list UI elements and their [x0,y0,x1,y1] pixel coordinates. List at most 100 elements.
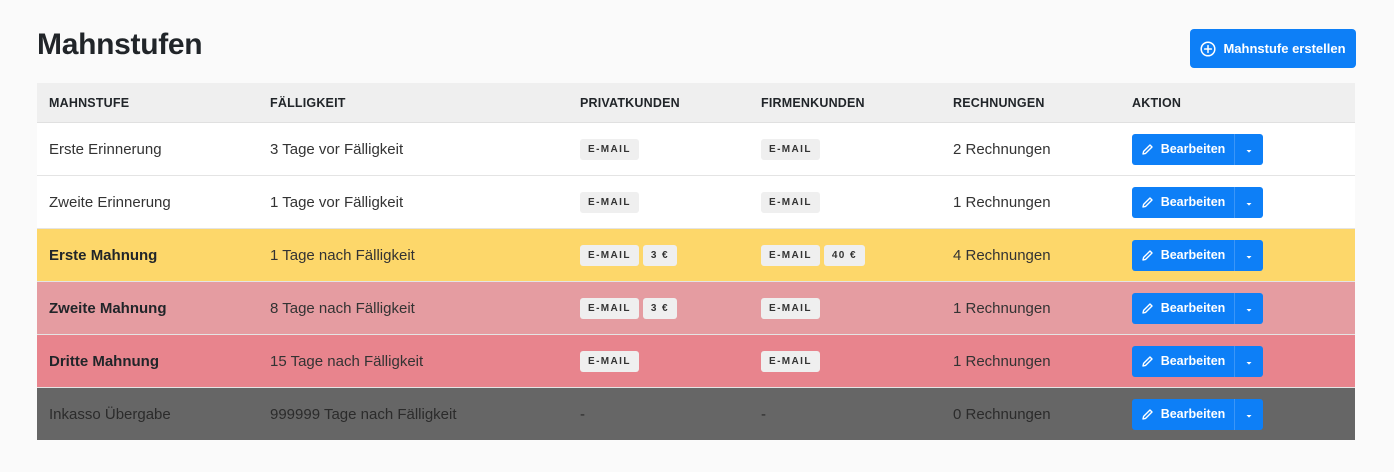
page-title: Mahnstufen [37,28,203,61]
edit-button-label: Bearbeiten [1160,195,1226,209]
mahnstufe-name: Erste Mahnung [37,228,258,282]
edit-button-label: Bearbeiten [1160,407,1226,421]
invoice-count: 1 Rechnungen [941,281,1120,335]
edit-dropdown-toggle[interactable] [1234,345,1263,377]
private-channels: E-MAIL 3 € [568,228,749,282]
header-aktion: AKTION [1120,83,1355,123]
edit-button[interactable]: Bearbeiten [1132,345,1234,377]
business-channels: E-MAIL [749,175,941,229]
email-badge: E-MAIL [761,138,820,160]
business-channels: E-MAIL [749,334,941,388]
edit-dropdown-toggle[interactable] [1234,186,1263,218]
mahnstufe-name: Erste Erinnerung [37,122,258,176]
action-cell: Bearbeiten [1120,387,1355,440]
email-badge: E-MAIL [761,350,820,372]
pencil-icon [1141,143,1154,156]
email-badge: E-MAIL [761,244,820,266]
header-faelligkeit: FÄLLIGKEIT [258,83,568,123]
edit-dropdown-toggle[interactable] [1234,292,1263,324]
mahnstufe-name: Dritte Mahnung [37,334,258,388]
table-row: Dritte Mahnung 15 Tage nach Fälligkeit E… [37,334,1355,388]
table-row: Inkasso Übergabe 999999 Tage nach Fällig… [37,387,1355,440]
pencil-icon [1141,408,1154,421]
edit-button-group: Bearbeiten [1132,398,1263,430]
header-firmenkunden: FIRMENKUNDEN [749,83,941,123]
mahnstufe-name: Inkasso Übergabe [37,387,258,440]
email-badge: E-MAIL [580,138,639,160]
due-text: 1 Tage nach Fälligkeit [258,228,568,282]
edit-dropdown-toggle[interactable] [1234,239,1263,271]
caret-down-icon [1245,407,1253,422]
edit-dropdown-toggle[interactable] [1234,398,1263,430]
create-mahnstufe-label: Mahnstufe erstellen [1223,41,1346,56]
edit-button-label: Bearbeiten [1160,248,1226,262]
edit-button[interactable]: Bearbeiten [1132,292,1234,324]
pencil-icon [1141,196,1154,209]
header-mahnstufe: MAHNSTUFE [37,83,258,123]
business-channels: E-MAIL [749,281,941,335]
email-badge: E-MAIL [580,350,639,372]
mahnstufe-name: Zweite Erinnerung [37,175,258,229]
table-row: Zweite Erinnerung 1 Tage vor Fälligkeit … [37,175,1355,229]
edit-button-group: Bearbeiten [1132,186,1263,218]
caret-down-icon [1245,354,1253,369]
edit-button-group: Bearbeiten [1132,239,1263,271]
private-channels: E-MAIL [568,334,749,388]
caret-down-icon [1245,301,1253,316]
private-channels: E-MAIL [568,122,749,176]
email-badge: E-MAIL [580,191,639,213]
invoice-count: 1 Rechnungen [941,175,1120,229]
mahnstufe-name: Zweite Mahnung [37,281,258,335]
caret-down-icon [1245,195,1253,210]
create-mahnstufe-button[interactable]: Mahnstufe erstellen [1190,29,1356,68]
edit-button-label: Bearbeiten [1160,354,1226,368]
private-channels: E-MAIL [568,175,749,229]
email-badge: E-MAIL [761,191,820,213]
action-cell: Bearbeiten [1120,281,1355,335]
due-text: 3 Tage vor Fälligkeit [258,122,568,176]
business-channels: E-MAIL [749,122,941,176]
fee-badge: 3 € [642,244,677,266]
action-cell: Bearbeiten [1120,175,1355,229]
edit-button[interactable]: Bearbeiten [1132,133,1234,165]
email-badge: E-MAIL [580,297,639,319]
invoice-count: 2 Rechnungen [941,122,1120,176]
edit-button[interactable]: Bearbeiten [1132,398,1234,430]
table-header-row: MAHNSTUFE FÄLLIGKEIT PRIVATKUNDEN FIRMEN… [37,83,1355,123]
edit-button-group: Bearbeiten [1132,345,1263,377]
invoice-count: 4 Rechnungen [941,228,1120,282]
fee-badge: 40 € [823,244,865,266]
caret-down-icon [1245,142,1253,157]
mahnstufen-table: MAHNSTUFE FÄLLIGKEIT PRIVATKUNDEN FIRMEN… [37,83,1355,440]
header-privatkunden: PRIVATKUNDEN [568,83,749,123]
private-channels: - [568,387,749,440]
due-text: 1 Tage vor Fälligkeit [258,175,568,229]
pencil-icon [1141,249,1154,262]
edit-button[interactable]: Bearbeiten [1132,186,1234,218]
edit-button-label: Bearbeiten [1160,301,1226,315]
business-channels: - [749,387,941,440]
due-text: 15 Tage nach Fälligkeit [258,334,568,388]
edit-button-label: Bearbeiten [1160,142,1226,156]
invoice-count: 1 Rechnungen [941,334,1120,388]
edit-dropdown-toggle[interactable] [1234,133,1263,165]
pencil-icon [1141,302,1154,315]
table-row: Zweite Mahnung 8 Tage nach Fälligkeit E-… [37,281,1355,335]
action-cell: Bearbeiten [1120,228,1355,282]
email-badge: E-MAIL [761,297,820,319]
mahnstufen-page: Mahnstufen Mahnstufe erstellen MAHNSTUFE… [0,0,1394,472]
pencil-icon [1141,355,1154,368]
table-row: Erste Erinnerung 3 Tage vor Fälligkeit E… [37,122,1355,176]
edit-button[interactable]: Bearbeiten [1132,239,1234,271]
action-cell: Bearbeiten [1120,334,1355,388]
edit-button-group: Bearbeiten [1132,133,1263,165]
caret-down-icon [1245,248,1253,263]
fee-badge: 3 € [642,297,677,319]
due-text: 999999 Tage nach Fälligkeit [258,387,568,440]
due-text: 8 Tage nach Fälligkeit [258,281,568,335]
invoice-count: 0 Rechnungen [941,387,1120,440]
plus-circle-icon [1200,40,1217,57]
table-row: Erste Mahnung 1 Tage nach Fälligkeit E-M… [37,228,1355,282]
header-rechnungen: RECHNUNGEN [941,83,1120,123]
edit-button-group: Bearbeiten [1132,292,1263,324]
